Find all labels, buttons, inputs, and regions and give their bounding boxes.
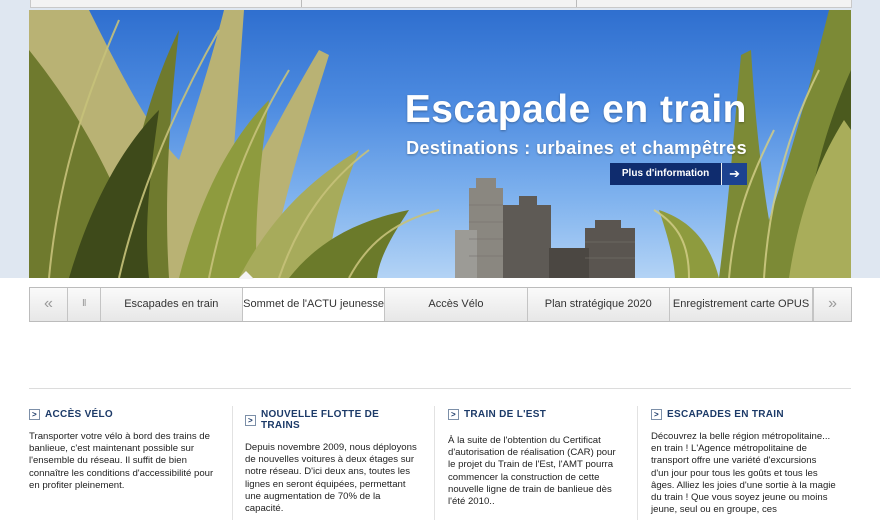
more-info-button[interactable]: Plus d'information ➔ bbox=[610, 163, 747, 185]
double-chevron-left-icon: « bbox=[43, 295, 53, 312]
arrow-right-icon: ➔ bbox=[722, 163, 747, 185]
news-title: ESCAPADES EN TRAIN bbox=[667, 409, 784, 420]
news-item-nouvelle-flotte: > NOUVELLE FLOTTE DE TRAINS Depuis novemb… bbox=[245, 409, 420, 515]
tab-acces-velo[interactable]: Accès Vélo bbox=[385, 288, 528, 321]
news-item-acces-velo: > ACCÈS VÉLO Transporter votre vélo à bor… bbox=[29, 409, 217, 492]
top-toolbar-strip bbox=[30, 0, 852, 8]
news-title-link[interactable]: > ESCAPADES EN TRAIN bbox=[651, 409, 836, 420]
column-separator bbox=[434, 406, 435, 520]
column-separator bbox=[232, 406, 233, 520]
double-chevron-right-icon: » bbox=[828, 295, 838, 312]
more-info-label: Plus d'information bbox=[610, 163, 722, 185]
news-title: NOUVELLE FLOTTE DE TRAINS bbox=[260, 409, 380, 431]
news-title-link[interactable]: > NOUVELLE FLOTTE DE TRAINS bbox=[245, 409, 420, 431]
news-text: Découvrez la belle région métropolitaine… bbox=[651, 431, 836, 516]
chevron-right-icon: > bbox=[651, 409, 662, 420]
tab-enregistrement-opus[interactable]: Enregistrement carte OPUS bbox=[670, 288, 814, 321]
news-title-link[interactable]: > ACCÈS VÉLO bbox=[29, 409, 217, 420]
tab-sommet-actu-jeunesse[interactable]: Sommet de l'ACTU jeunesse bbox=[242, 288, 386, 321]
hero-banner[interactable]: Escapade en train Destinations : urbaine… bbox=[29, 10, 851, 278]
hero-title: Escapade en train bbox=[404, 88, 747, 131]
skyline-buildings bbox=[455, 178, 635, 278]
news-text: Transporter votre vélo à bord des trains… bbox=[29, 431, 214, 491]
chevron-right-icon: > bbox=[245, 414, 256, 426]
news-item-train-de-l-est: > TRAIN DE L'EST À la suite de l'obtentio… bbox=[448, 409, 618, 508]
news-text: Depuis novembre 2009, nous déployons de … bbox=[245, 442, 417, 515]
pause-button[interactable]: II bbox=[68, 288, 101, 321]
tab-plan-strategique[interactable]: Plan stratégique 2020 bbox=[528, 288, 670, 321]
news-text: À la suite de l'obtention du Certificat … bbox=[448, 435, 616, 508]
news-title: TRAIN DE L'EST bbox=[464, 409, 547, 420]
news-item-escapades-en-train: > ESCAPADES EN TRAIN Découvrez la belle r… bbox=[651, 409, 836, 516]
carousel-tab-bar: « II Escapades en train Sommet de l'ACTU… bbox=[29, 287, 852, 322]
hero-subtitle: Destinations : urbaines et champêtres bbox=[406, 138, 747, 158]
active-tab-pointer bbox=[238, 271, 254, 279]
chevron-right-icon: > bbox=[29, 409, 40, 420]
news-title-link[interactable]: > TRAIN DE L'EST bbox=[448, 409, 618, 420]
section-divider bbox=[29, 388, 851, 389]
column-separator bbox=[637, 406, 638, 520]
chevron-right-icon: > bbox=[448, 409, 459, 420]
tab-escapades-en-train[interactable]: Escapades en train bbox=[101, 288, 243, 321]
next-slide-button[interactable]: » bbox=[813, 288, 851, 321]
news-title: ACCÈS VÉLO bbox=[45, 409, 114, 420]
previous-slide-button[interactable]: « bbox=[30, 288, 68, 321]
pause-icon: II bbox=[81, 298, 86, 309]
